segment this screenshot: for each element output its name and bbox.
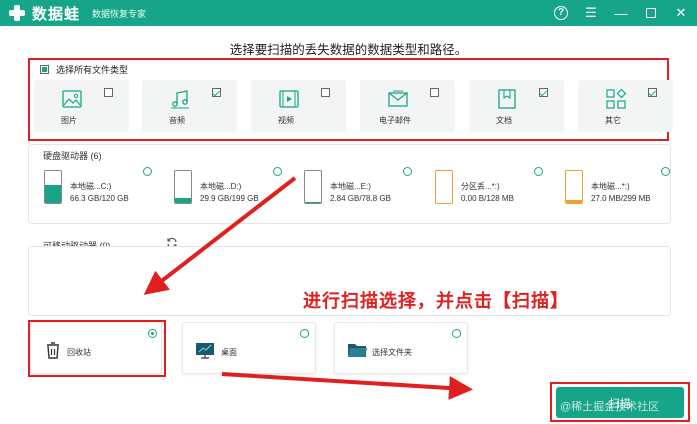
file-type-label: 文档 (496, 116, 512, 125)
arrow-to-scan-button (221, 372, 473, 400)
drive-size: 2.84 GB/78.8 GB (330, 194, 391, 203)
menu-icon: ☰ (585, 5, 597, 20)
app-logo: 数据蛙 数据恢复专家 (8, 3, 146, 24)
recycle-bin-highlight (28, 320, 166, 377)
file-type-label: 音频 (169, 116, 185, 125)
watermark-text: @稀土掘金技术社区 (560, 401, 660, 413)
help-icon: ? (554, 6, 568, 20)
drive-local-unknown-radio[interactable] (661, 167, 670, 176)
close-button[interactable]: ✕ (671, 3, 691, 23)
drive-name: 本地磁...C:) (70, 182, 112, 191)
document-icon (498, 89, 516, 109)
drive-size: 27.0 MB/299 MB (591, 194, 651, 203)
email-icon (388, 90, 408, 107)
document-checkbox[interactable] (539, 88, 548, 97)
app-brand: 数据蛙 (32, 5, 81, 23)
drive-usage-fill (175, 198, 191, 203)
file-type-label: 其它 (605, 116, 621, 125)
title-bar: 数据蛙 数据恢复专家 ? ☰ — ✕ (0, 0, 697, 26)
video-icon (279, 90, 299, 108)
other-checkbox[interactable] (648, 88, 657, 97)
drive-lost-partition-radio[interactable] (534, 167, 543, 176)
page-headline: 选择要扫描的丢失数据的数据类型和路径。 (229, 43, 468, 57)
email-checkbox[interactable] (430, 88, 439, 97)
file-type-image[interactable]: 图片 (34, 80, 129, 132)
drive-icon (304, 170, 322, 204)
select-all-file-types[interactable]: 选择所有文件类型 (40, 63, 128, 76)
drive-size: 29.9 GB/199 GB (200, 194, 259, 203)
drive-usage-fill (566, 200, 582, 203)
select-all-checkbox[interactable] (40, 65, 49, 74)
location-label: 桌面 (221, 348, 237, 357)
drive-name: 分区丢...*:) (461, 182, 500, 191)
music-icon (171, 90, 189, 109)
close-icon: ✕ (675, 5, 687, 20)
desktop-radio[interactable] (300, 329, 309, 338)
desktop-icon (196, 343, 214, 359)
image-checkbox[interactable] (104, 88, 113, 97)
maximize-icon (646, 8, 656, 18)
drive-icon (565, 170, 583, 204)
minimize-icon: — (614, 5, 628, 21)
drive-c-radio[interactable] (143, 167, 152, 176)
file-type-label: 电子邮件 (379, 116, 411, 125)
file-type-label: 图片 (61, 116, 77, 125)
maximize-button[interactable] (641, 3, 661, 23)
drive-size: 66.3 GB/120 GB (70, 194, 129, 203)
file-type-document[interactable]: 文档 (469, 80, 564, 132)
file-type-other[interactable]: 其它 (578, 80, 673, 132)
minimize-button[interactable]: — (611, 3, 631, 23)
help-button[interactable]: ? (551, 3, 571, 23)
file-type-label: 视频 (278, 116, 294, 125)
hard-drives-title: 硬盘驱动器 (6) (43, 151, 102, 161)
app-subtitle: 数据恢复专家 (92, 8, 147, 19)
annotation-text: 进行扫描选择，并点击【扫描】 (303, 291, 569, 311)
drive-e-radio[interactable] (403, 167, 412, 176)
drive-usage-fill (45, 185, 61, 203)
select-folder-radio[interactable] (452, 329, 461, 338)
drive-name: 本地磁...E:) (330, 182, 371, 191)
window-controls: ? ☰ — ✕ (551, 3, 691, 23)
menu-button[interactable]: ☰ (581, 3, 601, 23)
select-all-label: 选择所有文件类型 (56, 65, 129, 75)
other-icon (606, 88, 627, 109)
video-checkbox[interactable] (321, 88, 330, 97)
drive-icon (44, 170, 62, 204)
file-type-email[interactable]: 电子邮件 (360, 80, 455, 132)
audio-checkbox[interactable] (212, 88, 221, 97)
drive-d-radio[interactable] (273, 167, 282, 176)
location-desktop[interactable]: 桌面 (182, 322, 316, 374)
drive-icon (435, 170, 453, 204)
drive-usage-fill (305, 201, 321, 203)
drive-icon (174, 170, 192, 204)
location-select-folder[interactable]: 选择文件夹 (334, 322, 468, 374)
file-type-audio[interactable]: 音频 (142, 80, 237, 132)
file-type-video[interactable]: 视频 (251, 80, 346, 132)
drive-size: 0.00 B/128 MB (461, 194, 514, 203)
drive-name: 本地磁...D:) (200, 182, 242, 191)
location-label: 选择文件夹 (372, 348, 412, 357)
drive-name: 本地磁...*:) (591, 182, 630, 191)
image-icon (62, 90, 82, 108)
logo-plus-icon (8, 4, 26, 22)
folder-icon (348, 344, 367, 357)
